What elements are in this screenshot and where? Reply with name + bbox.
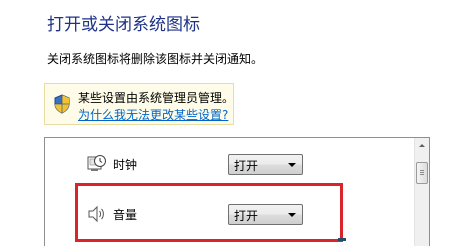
admin-info-banner: 某些设置由系统管理员管理。 为什么我无法更改某些设置? <box>44 83 234 125</box>
admin-info-text: 某些设置由系统管理员管理。 <box>78 91 235 105</box>
grip-line <box>420 172 424 173</box>
chevron-down-icon <box>288 163 296 167</box>
grip-line <box>420 174 424 175</box>
clock-icon <box>87 155 106 171</box>
row-label-clock: 时钟 <box>113 158 138 172</box>
grip-line <box>420 170 424 171</box>
dropdown-value: 打开 <box>234 159 259 173</box>
shield-icon <box>54 94 70 114</box>
vertical-scrollbar[interactable] <box>414 138 429 246</box>
list-row-clock: 时钟 打开 <box>45 144 415 184</box>
why-cant-change-settings-link[interactable]: 为什么我无法更改某些设置? <box>78 106 228 123</box>
page-description: 关闭系统图标将删除该图标并关闭通知。 <box>47 52 264 66</box>
scroll-up-arrow-icon[interactable] <box>415 138 429 154</box>
notification-icons-settings: 打开或关闭系统图标 关闭系统图标将删除该图标并关闭通知。 某些设置由系统管理员管… <box>0 0 475 246</box>
page-title: 打开或关闭系统图标 <box>47 15 200 35</box>
clock-behavior-dropdown[interactable]: 打开 <box>228 154 303 175</box>
bottom-edge-mark <box>338 238 346 241</box>
scroll-thumb[interactable] <box>416 162 428 184</box>
volume-highlight-annotation <box>75 183 343 242</box>
